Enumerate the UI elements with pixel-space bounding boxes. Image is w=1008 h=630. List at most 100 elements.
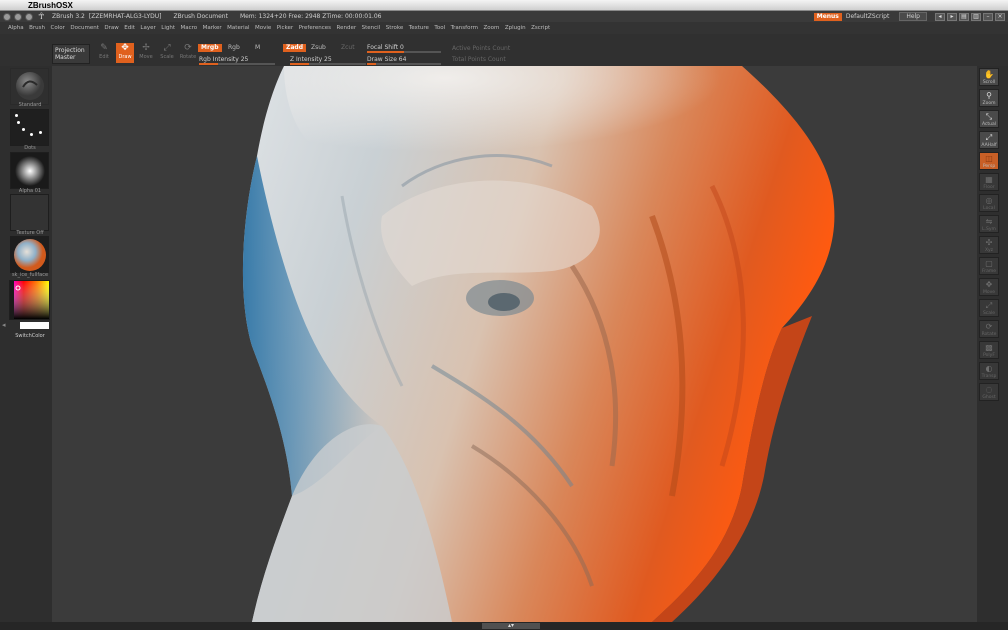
draw-size-fill — [367, 63, 377, 65]
menu-picker[interactable]: Picker — [277, 25, 293, 31]
menu-preferences[interactable]: Preferences — [299, 25, 331, 31]
dot-icon — [15, 114, 18, 117]
minimize-window-button[interactable] — [14, 12, 22, 21]
zbrush-titlebar: ☥ ZBrush 3.2 [ZZEMRHAT-ALG3-LYDU] ZBrush… — [0, 11, 1008, 22]
transp-button[interactable]: ◐ Transp — [979, 362, 999, 380]
layout-alt-icon[interactable]: ▥ — [971, 12, 981, 21]
scale-icon: ⤢ — [985, 301, 993, 310]
xyz-button[interactable]: ✣ Xyz — [979, 236, 999, 254]
menu-macro[interactable]: Macro — [181, 25, 198, 31]
shelf-collapse-icon[interactable]: ◂ — [2, 321, 7, 330]
menu-light[interactable]: Light — [161, 25, 175, 31]
edit-tool-button[interactable]: ✎ Edit — [95, 43, 113, 63]
move-tool-button[interactable]: ✢ Move — [137, 43, 155, 63]
active-points-count: Active Points Count — [452, 45, 511, 52]
z-intensity-slider[interactable]: Z Intensity 25 — [290, 56, 366, 65]
menu-edit[interactable]: Edit — [124, 25, 135, 31]
menu-marker[interactable]: Marker — [203, 25, 222, 31]
actual-button[interactable]: ⤡ Actual — [979, 110, 999, 128]
document-canvas[interactable] — [52, 66, 977, 622]
ghost-button[interactable]: ◌ Ghost — [979, 383, 999, 401]
menu-alpha[interactable]: Alpha — [8, 25, 24, 31]
default-zscript-button[interactable]: DefaultZScript — [846, 13, 889, 20]
dot-icon — [39, 131, 42, 134]
menu-stroke[interactable]: Stroke — [386, 25, 404, 31]
frame-icon: ▢ — [985, 259, 993, 268]
floor-icon: ▦ — [985, 175, 993, 184]
close-window-button[interactable] — [3, 12, 11, 21]
scale-button[interactable]: ⤢ Scale — [979, 299, 999, 317]
draw-size-slider[interactable]: Draw Size 64 — [367, 56, 441, 65]
transp-icon: ◐ — [985, 364, 993, 373]
draw-tool-button[interactable]: ✥ Draw — [116, 43, 134, 63]
menu-texture[interactable]: Texture — [409, 25, 429, 31]
m-toggle[interactable]: M — [252, 44, 263, 52]
prev-arrow-icon[interactable]: ◂ — [935, 12, 945, 21]
menu-render[interactable]: Render — [337, 25, 357, 31]
rgb-intensity-slider[interactable]: Rgb Intensity 25 — [199, 56, 275, 65]
scale-tool-button[interactable]: ⤢ Scale — [158, 43, 176, 63]
local-button[interactable]: ◎ Local — [979, 194, 999, 212]
draw-icon: ✥ — [121, 43, 129, 53]
minimize-icon[interactable]: – — [983, 12, 993, 21]
menu-draw[interactable]: Draw — [104, 25, 118, 31]
app-name[interactable]: ZBrushOSX — [28, 1, 73, 10]
left-shelf: Standard Dots Alpha 01 Texture Off sk_ic… — [0, 66, 52, 622]
scroll-button[interactable]: ✋ Scroll — [979, 68, 999, 86]
move-button[interactable]: ✥ Move — [979, 278, 999, 296]
material-thumbnail[interactable] — [10, 236, 49, 273]
zoom-button[interactable]: ⚲ Zoom — [979, 89, 999, 107]
layout-icon[interactable]: ▤ — [959, 12, 969, 21]
secondary-color-swatch[interactable] — [20, 322, 49, 329]
document-label: ZBrush Document — [173, 13, 228, 20]
z-intensity-fill — [290, 63, 309, 65]
menu-color[interactable]: Color — [51, 25, 65, 31]
dot-icon — [17, 121, 20, 124]
next-arrow-icon[interactable]: ▸ — [947, 12, 957, 21]
rotate-button[interactable]: ⟳ Rotate — [979, 320, 999, 338]
material-label: sk_ice_fullface — [11, 272, 49, 278]
menu-stencil[interactable]: Stencil — [362, 25, 381, 31]
brush-thumbnail[interactable] — [10, 68, 49, 105]
alpha-thumbnail[interactable] — [10, 152, 49, 189]
menu-material[interactable]: Material — [227, 25, 249, 31]
menu-movie[interactable]: Movie — [255, 25, 271, 31]
menu-transform[interactable]: Transform — [451, 25, 478, 31]
tray-toggle-icon[interactable]: ▴▾ — [482, 623, 540, 629]
polyf-button[interactable]: ▩ PolyF — [979, 341, 999, 359]
dot-icon — [30, 133, 33, 136]
menu-brush[interactable]: Brush — [29, 25, 45, 31]
rotate-tool-button[interactable]: ⟳ Rotate — [179, 43, 197, 63]
frame-button[interactable]: ▢ Frame — [979, 257, 999, 275]
switch-color-button[interactable]: SwitchColor — [10, 333, 50, 339]
edit-icon: ✎ — [100, 43, 108, 53]
total-points-count: Total Points Count — [452, 56, 506, 63]
menus-button[interactable]: Menus — [813, 12, 842, 21]
projection-master-button[interactable]: Projection Master — [52, 44, 90, 64]
zoom-window-button[interactable] — [25, 12, 33, 21]
zcut-toggle[interactable]: Zcut — [338, 44, 358, 52]
right-shelf: ✋ Scroll ⚲ Zoom ⤡ Actual ⤢ AAHalf ◫ Persp ▦ Floor ◎ L… — [977, 66, 1008, 622]
close-icon[interactable]: × — [995, 12, 1005, 21]
focal-shift-slider[interactable]: Focal Shift 0 — [367, 44, 441, 53]
help-button[interactable]: Help — [899, 12, 927, 21]
rgb-toggle[interactable]: Rgb — [225, 44, 243, 52]
rotate-icon: ⟳ — [184, 43, 192, 53]
persp-button[interactable]: ◫ Persp — [979, 152, 999, 170]
zoom-icon: ⚲ — [986, 91, 992, 100]
color-picker[interactable] — [9, 280, 50, 320]
texture-thumbnail[interactable] — [10, 194, 49, 231]
zadd-toggle[interactable]: Zadd — [283, 44, 306, 52]
lsym-button[interactable]: ⇋ L.Sym — [979, 215, 999, 233]
menu-zscript[interactable]: Zscript — [531, 25, 550, 31]
menu-layer[interactable]: Layer — [140, 25, 155, 31]
zsub-toggle[interactable]: Zsub — [308, 44, 329, 52]
mrgb-toggle[interactable]: Mrgb — [198, 44, 222, 52]
floor-button[interactable]: ▦ Floor — [979, 173, 999, 191]
menu-zplugin[interactable]: Zplugin — [505, 25, 526, 31]
aahalf-button[interactable]: ⤢ AAHalf — [979, 131, 999, 149]
stroke-thumbnail[interactable] — [10, 109, 49, 146]
menu-zoom[interactable]: Zoom — [483, 25, 499, 31]
menu-tool[interactable]: Tool — [434, 25, 445, 31]
menu-document[interactable]: Document — [70, 25, 99, 31]
